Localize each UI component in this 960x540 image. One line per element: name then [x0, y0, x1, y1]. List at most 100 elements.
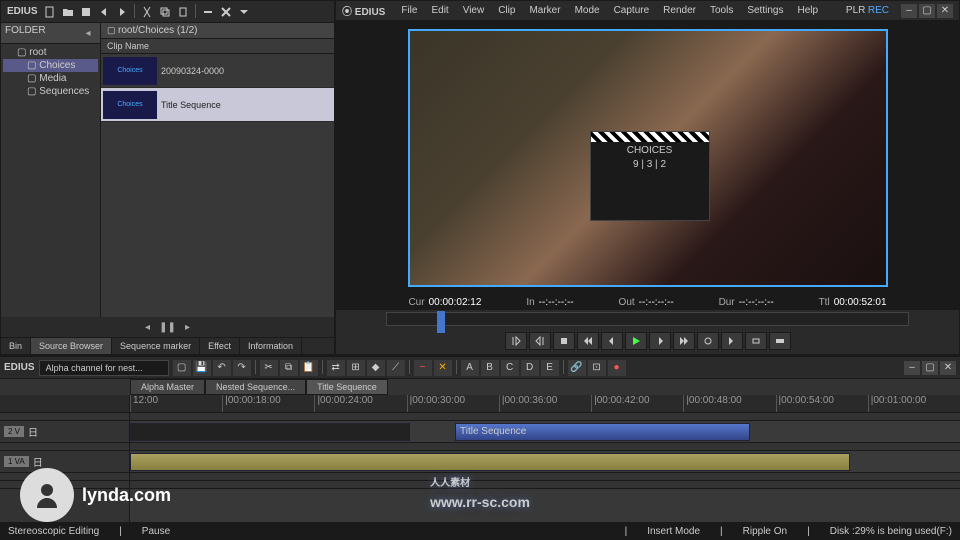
tl-close-button[interactable]: ✕	[940, 361, 956, 375]
minimize-button[interactable]: –	[901, 4, 917, 18]
menu-edit[interactable]: Edit	[425, 3, 454, 18]
tree-item-choices[interactable]: ▢ Choices	[3, 59, 98, 72]
tool-snap-icon[interactable]: ⊞	[347, 360, 365, 376]
menu-tools[interactable]: Tools	[704, 3, 739, 18]
tool-open-icon[interactable]: ▢	[173, 360, 191, 376]
menu-bar: ⦿ EDIUS File Edit View Clip Marker Mode …	[336, 1, 959, 21]
bin-tabs: Bin Source Browser Sequence marker Effec…	[1, 337, 334, 354]
tool-x-icon[interactable]: ✕	[434, 360, 452, 376]
menu-file[interactable]: File	[395, 3, 423, 18]
scrub-playhead[interactable]	[437, 311, 445, 333]
tool-group-icon[interactable]: ⊡	[588, 360, 606, 376]
tool-d-icon[interactable]: D	[521, 360, 539, 376]
scrub-bar[interactable]	[386, 312, 909, 326]
track-header-2v[interactable]: 2 V日	[0, 421, 129, 443]
clip-title-sequence[interactable]: Title Sequence	[455, 423, 750, 441]
go-end-button[interactable]	[721, 332, 743, 350]
folder-icon[interactable]	[60, 4, 76, 20]
tab-sequence-marker[interactable]: Sequence marker	[112, 338, 200, 354]
set-out-button[interactable]	[529, 332, 551, 350]
app-logo-icon: ⦿ EDIUS	[342, 3, 385, 18]
tool-paste-icon[interactable]: 📋	[300, 360, 318, 376]
collapse-icon[interactable]: ◂	[80, 25, 96, 41]
tool-marker-icon[interactable]: ◆	[367, 360, 385, 376]
stop-button[interactable]	[553, 332, 575, 350]
seq-tab-title-sequence[interactable]: Title Sequence	[306, 379, 388, 395]
tool-razor-icon[interactable]: ⟋	[387, 360, 405, 376]
track-1va[interactable]	[130, 451, 960, 473]
maximize-button[interactable]: ▢	[919, 4, 935, 18]
menu-view[interactable]: View	[457, 3, 491, 18]
redo-icon[interactable]	[114, 4, 130, 20]
next-icon[interactable]: ▸	[180, 319, 196, 335]
cut-icon[interactable]	[139, 4, 155, 20]
seq-tab-nested[interactable]: Nested Sequence...	[205, 379, 306, 395]
tab-bin[interactable]: Bin	[1, 338, 31, 354]
menu-settings[interactable]: Settings	[741, 3, 789, 18]
transport-controls	[336, 328, 959, 354]
close-x-icon[interactable]	[218, 4, 234, 20]
video-frame[interactable]: CHOICES 9 | 3 | 2	[408, 29, 888, 287]
tl-maximize-button[interactable]: ▢	[922, 361, 938, 375]
undo-icon[interactable]	[96, 4, 112, 20]
prev-frame-button[interactable]	[601, 332, 623, 350]
tree-item-media[interactable]: ▢ Media	[3, 72, 98, 85]
tool-delete-icon[interactable]: −	[414, 360, 432, 376]
tree-root[interactable]: ▢ root	[3, 46, 98, 59]
clip-item[interactable]: Choices Title Sequence	[101, 88, 334, 122]
prev-icon[interactable]: ◂	[140, 319, 156, 335]
tl-minimize-button[interactable]: –	[904, 361, 920, 375]
close-button[interactable]: ✕	[937, 4, 953, 18]
copy-icon[interactable]	[157, 4, 173, 20]
status-bar: Stereoscopic Editing | Pause | Insert Mo…	[0, 522, 960, 540]
menu-mode[interactable]: Mode	[569, 3, 606, 18]
preview-panel: ⦿ EDIUS File Edit View Clip Marker Mode …	[335, 0, 960, 355]
forward-button[interactable]	[673, 332, 695, 350]
tool-c-icon[interactable]: C	[501, 360, 519, 376]
menu-help[interactable]: Help	[791, 3, 824, 18]
set-in-button[interactable]	[505, 332, 527, 350]
timeline-ruler[interactable]: 12:00 |00:00:18:00 |00:00:24:00 |00:00:3…	[130, 395, 960, 413]
paste-icon[interactable]	[175, 4, 191, 20]
bin-panel: EDIUS	[0, 0, 335, 355]
tool-e-icon[interactable]: E	[541, 360, 559, 376]
menu-render[interactable]: Render	[657, 3, 702, 18]
tool-b-icon[interactable]: B	[481, 360, 499, 376]
tree-item-sequences[interactable]: ▢ Sequences	[3, 85, 98, 98]
next-frame-button[interactable]	[649, 332, 671, 350]
tool-undo-icon[interactable]: ↶	[213, 360, 231, 376]
menu-marker[interactable]: Marker	[523, 3, 566, 18]
tab-effect[interactable]: Effect	[200, 338, 240, 354]
new-icon[interactable]	[42, 4, 58, 20]
tool-link-icon[interactable]: 🔗	[568, 360, 586, 376]
clip-gap[interactable]	[130, 423, 410, 441]
seq-tab-alpha-master[interactable]: Alpha Master	[130, 379, 205, 395]
play-button[interactable]	[625, 332, 647, 350]
tool-render-icon[interactable]: ●	[608, 360, 626, 376]
track-2v[interactable]: Title Sequence	[130, 421, 960, 443]
menu-clip[interactable]: Clip	[492, 3, 521, 18]
clip-video-main[interactable]	[130, 453, 850, 471]
status-stereo: Stereoscopic Editing	[8, 526, 99, 537]
dropdown-icon[interactable]	[236, 4, 252, 20]
sequence-name-field[interactable]: Alpha channel for nest...	[39, 360, 169, 376]
tab-information[interactable]: Information	[240, 338, 302, 354]
rewind-button[interactable]	[577, 332, 599, 350]
track-header-1va[interactable]: 1 VA日	[0, 451, 129, 473]
tool-copy-icon[interactable]: ⧉	[280, 360, 298, 376]
menu-capture[interactable]: Capture	[608, 3, 656, 18]
pause-small-icon[interactable]: ❚❚	[160, 319, 176, 335]
tracks-area[interactable]: 12:00 |00:00:18:00 |00:00:24:00 |00:00:3…	[130, 395, 960, 522]
insert-button[interactable]	[745, 332, 767, 350]
tool-a-icon[interactable]: A	[461, 360, 479, 376]
tab-source-browser[interactable]: Source Browser	[31, 338, 112, 354]
save-icon[interactable]	[78, 4, 94, 20]
loop-button[interactable]	[697, 332, 719, 350]
tool-ripple-icon[interactable]: ⇄	[327, 360, 345, 376]
tool-redo-icon[interactable]: ↷	[233, 360, 251, 376]
clip-item[interactable]: Choices 20090324-0000	[101, 54, 334, 88]
overwrite-button[interactable]	[769, 332, 791, 350]
tool-save-icon[interactable]: 💾	[193, 360, 211, 376]
tool-cut-icon[interactable]: ✂	[260, 360, 278, 376]
minus-icon[interactable]	[200, 4, 216, 20]
